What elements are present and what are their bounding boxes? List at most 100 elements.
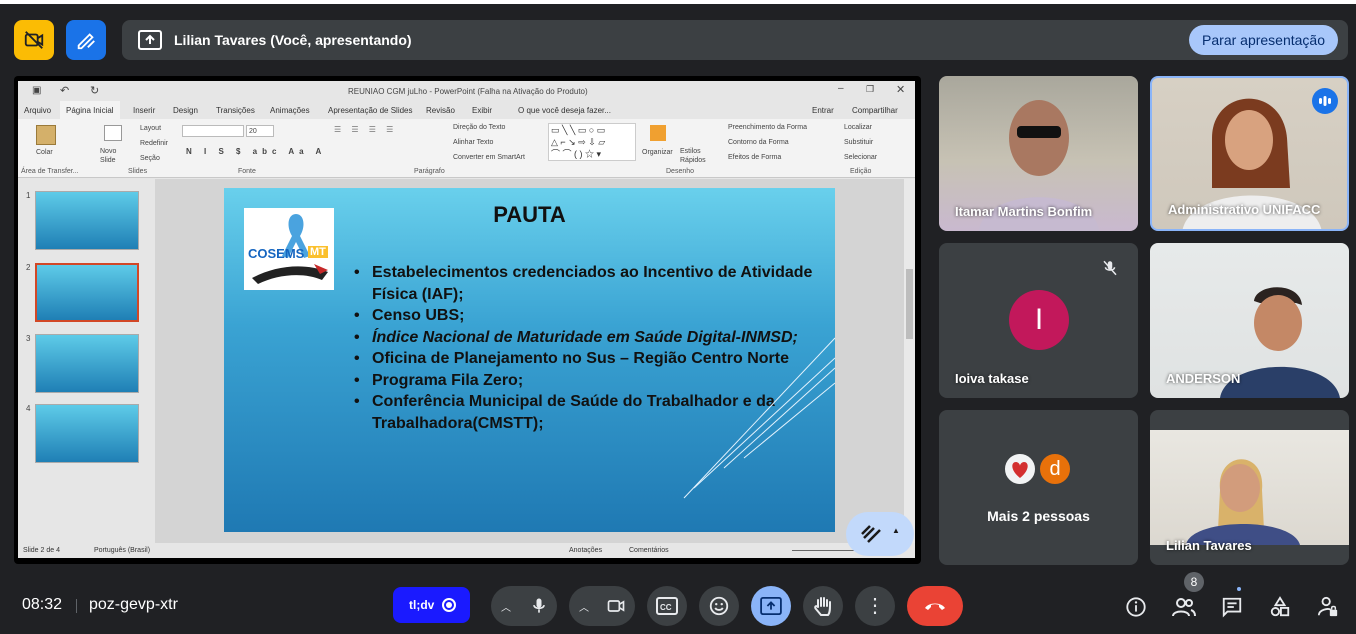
camera-icon[interactable] [605,596,627,616]
tab-pagina-inicial[interactable]: Página Inicial [60,101,120,119]
font-format-buttons[interactable]: N I S $ abc Aa A [186,147,326,156]
participant-avatar [1003,452,1037,486]
participant-tile-2[interactable]: Administrativo UNIFACC [1150,76,1349,231]
tab-revisao[interactable]: Revisão [426,106,455,115]
tab-animacoes[interactable]: Animações [270,106,310,115]
arrange-button[interactable]: Organizar [642,149,673,156]
quick-styles-button[interactable]: Estilos Rápidos [680,147,710,165]
minimize-icon[interactable]: – [838,83,844,94]
new-slide-label[interactable]: Novo Slide [100,147,126,165]
participant-tile-self[interactable]: Lilian Tavares [1150,410,1349,565]
slide-thumbnail-4[interactable] [35,404,139,463]
paragraph-buttons[interactable]: ☰ ☰ ☰ ☰ [334,125,397,134]
font-size-select[interactable]: 20 [246,125,274,137]
leave-call-button[interactable] [907,586,963,626]
vertical-scrollbar[interactable] [904,179,915,543]
microphone-icon[interactable] [529,596,549,616]
shape-effects-button[interactable]: Efeitos de Forma [728,154,781,161]
smartart-button[interactable]: Converter em SmartArt [453,154,525,161]
paste-label[interactable]: Colar [36,149,53,156]
new-slide-icon[interactable] [104,125,122,141]
captions-button[interactable]: CC [647,586,687,626]
avatar-letter: d [1049,457,1061,480]
language-status[interactable]: Português (Brasil) [94,547,150,554]
speaking-indicator [1312,88,1338,114]
tab-apresentacao[interactable]: Apresentação de Slides [328,106,413,115]
info-icon [1126,597,1146,617]
more-options-button[interactable]: ⋮ [855,586,895,626]
maximize-icon[interactable]: ❐ [866,84,874,95]
avatar: I [1009,290,1069,350]
raise-hand-button[interactable] [803,586,843,626]
tab-design[interactable]: Design [173,106,198,115]
more-participants-tile[interactable]: d Mais 2 pessoas [939,410,1138,565]
undo-icon[interactable]: ↶ [60,84,69,97]
shape-fill-button[interactable]: Preenchimento da Forma [728,124,807,131]
tab-exibir[interactable]: Exibir [472,106,492,115]
participant-tile-4[interactable]: ANDERSON [1150,243,1349,398]
camera-control[interactable]: ︿ [569,586,635,626]
participant-tile-3[interactable]: I Ioiva takase [939,243,1138,398]
notes-button[interactable]: Anotações [569,547,602,554]
meeting-details-button[interactable] [1123,594,1149,620]
agenda-item: Estabelecimentos credenciados ao Incenti… [354,262,814,305]
shape-outline-button[interactable]: Contorno da Forma [728,139,789,146]
paste-icon[interactable] [36,125,56,145]
lock-person-icon [1317,596,1338,617]
chat-notification-dot [1237,587,1241,591]
arrange-icon[interactable] [650,125,666,141]
participant-tile-1[interactable]: Itamar Martins Bonfim [939,76,1138,231]
stop-presenting-button[interactable]: Parar apresentação [1189,25,1338,55]
thumb-number: 4 [26,404,31,413]
group-font: Fonte [238,168,256,175]
group-editing: Edição [850,168,872,175]
chevron-up-icon: ▲ [892,526,900,535]
hide-self-view-button[interactable] [14,20,54,60]
tab-inserir[interactable]: Inserir [133,106,155,115]
sign-in-link[interactable]: Entrar [812,106,834,115]
thumb-number: 2 [26,263,31,272]
slide-thumbnail-1[interactable] [35,191,139,250]
chat-button[interactable] [1219,594,1245,620]
section-button[interactable]: Seção [140,155,160,162]
present-button[interactable] [751,586,791,626]
hand-icon [814,597,831,616]
font-name-select[interactable] [182,125,244,137]
host-controls-button[interactable] [1315,594,1341,620]
scrollbar-thumb[interactable] [906,269,913,339]
annotate-button[interactable] [66,20,106,60]
shapes-gallery[interactable]: ▭ ╲ ╲ ▭ ○ ▭ △ ⌐ ↘ ⇨ ⇩ ▱ ⌒ ⌒ ( ) ☆ ▾ [548,123,636,161]
share-button[interactable]: Compartilhar [852,106,898,115]
activities-button[interactable] [1267,594,1293,620]
participant-video [1186,459,1300,545]
slide-thumbnail-3[interactable] [35,334,139,393]
tab-arquivo[interactable]: Arquivo [24,106,51,115]
select-button[interactable]: Selecionar [844,154,877,161]
layout-button[interactable]: Layout [140,125,161,132]
audio-wave-icon [1319,96,1331,106]
flash-icon [861,525,881,543]
tab-transicoes[interactable]: Transições [216,106,255,115]
presenter-controls-button[interactable]: ▲ [846,512,914,556]
close-icon[interactable]: ✕ [896,83,905,96]
participant-avatar: d [1038,452,1072,486]
reactions-button[interactable] [699,586,739,626]
comments-button[interactable]: Comentários [629,547,669,554]
find-button[interactable]: Localizar [844,124,872,131]
align-text-button[interactable]: Alinhar Texto [453,139,493,146]
redo-icon[interactable]: ↻ [90,84,99,97]
slide-thumbnails: 1 2 3 4 [18,179,155,543]
people-button[interactable] [1171,594,1197,620]
microphone-control[interactable]: ︿ [491,586,557,626]
chevron-up-icon[interactable]: ︿ [501,599,511,614]
replace-button[interactable]: Substituir [844,139,873,146]
record-icon [442,598,457,612]
presenting-label: Lilian Tavares (Você, apresentando) [174,32,412,48]
text-direction-button[interactable]: Direção do Texto [453,124,505,131]
reset-button[interactable]: Redefinir [140,140,168,147]
chevron-up-icon[interactable]: ︿ [579,599,589,614]
slide-thumbnail-2[interactable] [35,263,139,322]
tldv-extension-button[interactable]: tl;dv [393,587,470,623]
save-icon[interactable]: ▣ [32,85,41,96]
tell-me-input[interactable]: O que você deseja fazer... [518,106,611,115]
